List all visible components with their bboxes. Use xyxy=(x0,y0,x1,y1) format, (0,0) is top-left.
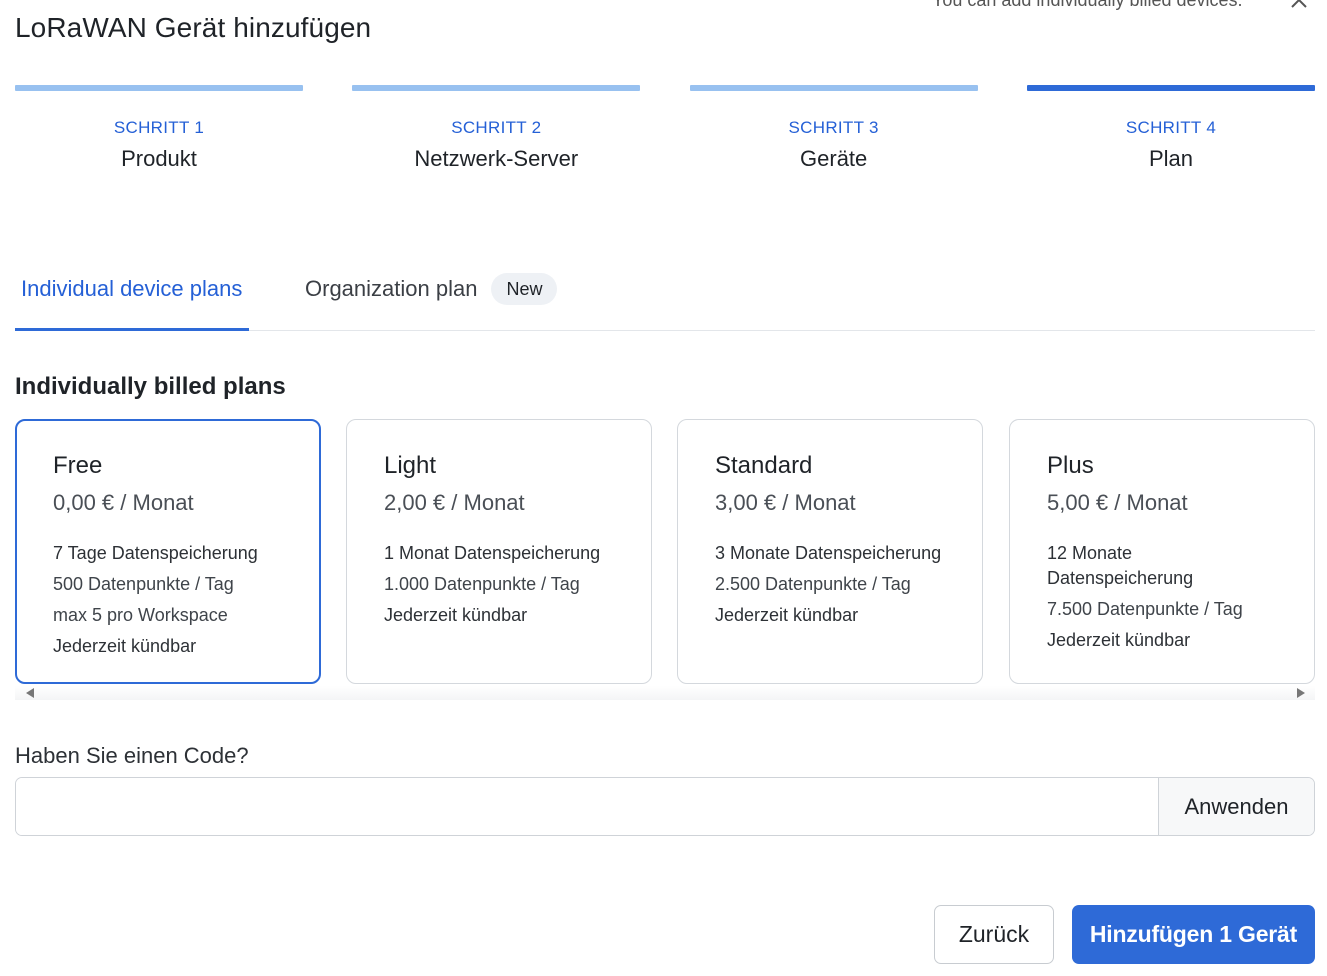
header-hint: You can add individually billed devices. xyxy=(932,0,1243,10)
stepper: SCHRITT 1 Produkt SCHRITT 2 Netzwerk-Ser… xyxy=(15,85,1315,172)
plan-card-free[interactable]: Free 0,00 € / Monat 7 Tage Datenspeicher… xyxy=(15,419,321,684)
plan-feature: Jederzeit kündbar xyxy=(1047,630,1191,650)
code-input-group: Anwenden xyxy=(15,777,1315,836)
apply-button[interactable]: Anwenden xyxy=(1158,778,1314,835)
plan-feature: 2.500 Datenpunkte / Tag xyxy=(715,574,911,594)
tab-individual-device-plans[interactable]: Individual device plans xyxy=(15,268,249,331)
plan-price: 3,00 € / Monat xyxy=(715,490,856,515)
plan-name: Light xyxy=(384,452,437,479)
step-3-name: Geräte xyxy=(800,146,868,171)
plan-card-standard[interactable]: Standard 3,00 € / Monat 3 Monate Datensp… xyxy=(677,419,983,684)
plan-feature: 12 Monate Datenspeicherung xyxy=(1047,543,1194,588)
close-icon[interactable] xyxy=(1287,0,1311,12)
step-4-name: Plan xyxy=(1148,146,1193,171)
plan-card-plus[interactable]: Plus 5,00 € / Monat 12 Monate Datenspeic… xyxy=(1009,419,1315,684)
step-1-bar xyxy=(15,85,303,91)
tab-organization-plan[interactable]: Organization plan New xyxy=(305,268,558,331)
plan-card-light[interactable]: Light 2,00 € / Monat 1 Monat Datenspeich… xyxy=(346,419,652,684)
plan-feature: 1.000 Datenpunkte / Tag xyxy=(384,574,580,594)
tab-individual-label: Individual device plans xyxy=(21,276,243,301)
plan-feature: 7.500 Datenpunkte / Tag xyxy=(1047,599,1243,619)
horizontal-scrollbar[interactable] xyxy=(15,686,1315,700)
step-3-label: SCHRITT 3 xyxy=(788,118,879,137)
step-4-label: SCHRITT 4 xyxy=(1125,118,1217,137)
step-4: SCHRITT 4 Plan xyxy=(1026,85,1315,172)
plan-tabs: Individual device plans Organization pla… xyxy=(15,268,1315,331)
plan-name: Standard xyxy=(715,452,813,479)
plan-name: Plus xyxy=(1047,452,1094,479)
plan-feature: 500 Datenpunkte / Tag xyxy=(53,574,234,594)
plan-list: Free 0,00 € / Monat 7 Tage Datenspeicher… xyxy=(15,419,1315,684)
code-label: Haben Sie einen Code? xyxy=(15,743,249,768)
plan-feature: 1 Monat Datenspeicherung xyxy=(384,543,601,563)
plan-features: 1 Monat Datenspeicherung 1.000 Datenpunk… xyxy=(384,541,615,628)
step-2-bar xyxy=(352,85,641,91)
plan-features: 7 Tage Datenspeicherung 500 Datenpunkte … xyxy=(53,541,284,659)
plan-features: 3 Monate Datenspeicherung 2.500 Datenpun… xyxy=(715,541,946,628)
step-1-name: Produkt xyxy=(121,146,197,171)
plan-feature: max 5 pro Workspace xyxy=(53,605,228,625)
plan-feature: Jederzeit kündbar xyxy=(715,605,859,625)
section-title: Individually billed plans xyxy=(15,373,286,400)
plan-features: 12 Monate Datenspeicherung 7.500 Datenpu… xyxy=(1047,541,1278,653)
step-1-label: SCHRITT 1 xyxy=(113,118,205,137)
plan-feature: Jederzeit kündbar xyxy=(53,636,197,656)
step-4-bar xyxy=(1026,85,1315,91)
code-input[interactable] xyxy=(16,778,1158,835)
back-button[interactable]: Zurück xyxy=(934,905,1054,964)
plan-price: 0,00 € / Monat xyxy=(53,490,194,515)
new-badge: New xyxy=(491,273,558,305)
plan-price: 2,00 € / Monat xyxy=(384,490,525,515)
add-device-button[interactable]: Hinzufügen 1 Gerät xyxy=(1072,905,1315,964)
dialog-title: LoRaWAN Gerät hinzufügen xyxy=(15,12,372,43)
step-3-bar xyxy=(689,85,978,91)
step-2-label: SCHRITT 2 xyxy=(451,118,542,137)
step-1: SCHRITT 1 Produkt xyxy=(15,85,303,172)
plan-feature: 3 Monate Datenspeicherung xyxy=(715,543,942,563)
plan-name: Free xyxy=(53,452,103,479)
step-2: SCHRITT 2 Netzwerk-Server xyxy=(352,85,641,172)
step-2-name: Netzwerk-Server xyxy=(414,146,579,171)
scroll-right-arrow-icon[interactable] xyxy=(1297,688,1305,698)
plan-feature: Jederzeit kündbar xyxy=(384,605,528,625)
step-3: SCHRITT 3 Geräte xyxy=(689,85,978,172)
tab-organization-label: Organization plan xyxy=(305,276,478,301)
scroll-left-arrow-icon[interactable] xyxy=(26,688,34,698)
plan-feature: 7 Tage Datenspeicherung xyxy=(53,543,258,563)
plan-price: 5,00 € / Monat xyxy=(1047,490,1188,515)
